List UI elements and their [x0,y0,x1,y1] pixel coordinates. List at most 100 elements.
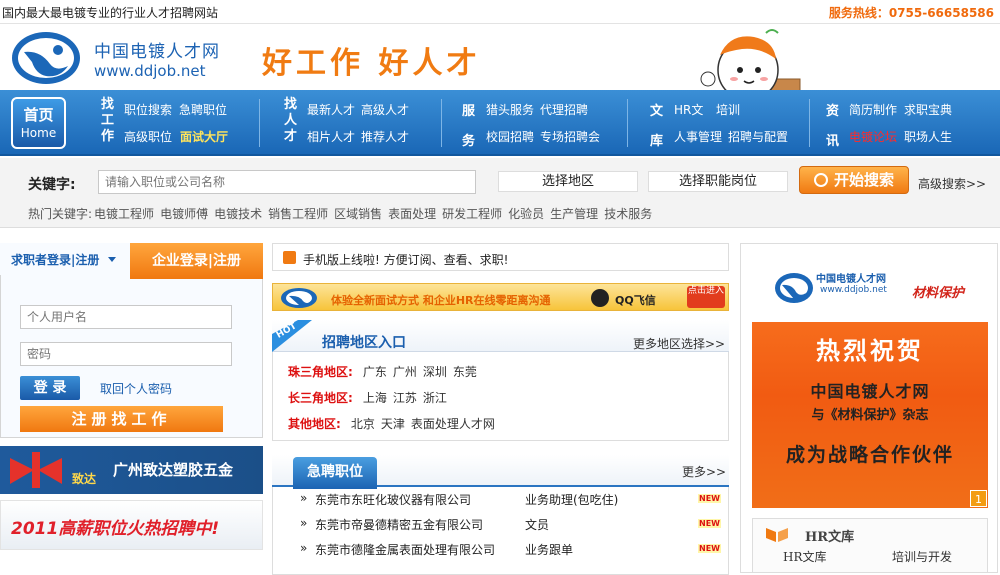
banner-qq-text: QQ飞信 [615,294,656,307]
search-button[interactable]: 开始搜索 [799,166,909,194]
job-row[interactable]: » 东莞市帝曼德精密五金有限公司 文员 NEW [300,516,725,534]
nav-link-new-talent[interactable]: 最新人才 [307,101,355,118]
region-link[interactable]: 天津 [381,417,405,431]
more-jobs-link[interactable]: 更多>> [682,463,726,480]
region-link[interactable]: 东莞 [453,365,477,379]
service-hotline: 服务热线：0755-66658586 [828,6,994,20]
nav-link-job-search[interactable]: 职位搜索 [124,101,172,118]
hot-keyword[interactable]: 区域销售 [334,207,382,221]
job-position[interactable]: 文员 [525,516,549,533]
region-link[interactable]: 表面处理人才网 [411,417,495,431]
job-company[interactable]: 东莞市东旺化玻仪器有限公司 [315,491,471,508]
region-label: 珠三角地区: [288,365,353,379]
region-link[interactable]: 上海 [363,391,387,405]
forgot-password-link[interactable]: 取回个人密码 [100,380,172,397]
job-position[interactable]: 业务跟单 [525,541,573,558]
nav-link-senior-jobs[interactable]: 高级职位 [124,128,172,145]
hr-library-link[interactable]: HR文库 [783,548,827,565]
nav-category-library: 文库 [650,104,664,149]
hot-keyword[interactable]: 电镀师傅 [160,207,208,221]
function-select[interactable]: 选择职能岗位 [648,171,788,192]
more-regions-link[interactable]: 更多地区选择>> [633,335,725,352]
nav-link-photo-talent[interactable]: 相片人才 [307,128,355,145]
hr-library-title: HR文库 [805,530,855,545]
region-link[interactable]: 广东 [363,365,387,379]
job-position[interactable]: 业务助理(包吃住) [525,491,618,508]
hot-keyword[interactable]: 技术服务 [604,207,652,221]
nav-category-services: 服务 [462,104,476,149]
home-label-cn: 首页 [23,106,54,124]
keyword-label: 关键字: [28,177,76,193]
nav-link-resume-writing[interactable]: 简历制作 [849,101,897,118]
nav-link-agency-recruitment[interactable]: 代理招聘 [540,101,588,118]
ad-logo-icon [775,273,813,303]
nav-link-campus-recruitment[interactable]: 校园招聘 [486,128,534,145]
hot-keyword[interactable]: 电镀工程师 [94,207,154,221]
nav-link-urgent-jobs[interactable]: 急聘职位 [179,101,227,118]
hot-keyword[interactable]: 表面处理 [388,207,436,221]
nav-link-recommended-talent[interactable]: 推荐人才 [361,128,409,145]
home-button[interactable]: 首页 Home [11,97,66,149]
area-select[interactable]: 选择地区 [498,171,638,192]
training-link[interactable]: 培训与开发 [892,548,952,565]
site-logo[interactable] [10,30,82,86]
job-company[interactable]: 东莞市德隆金属表面处理有限公司 [315,541,495,558]
ad-page-indicator[interactable]: 1 [970,490,987,507]
job-company[interactable]: 东莞市帝曼德精密五金有限公司 [315,516,483,533]
region-link[interactable]: 北京 [351,417,375,431]
new-badge: NEW [698,519,721,528]
qq-penguin-icon [591,289,609,307]
tab-company-login[interactable]: 企业登录|注册 [130,243,263,279]
advanced-search-link[interactable]: 高级搜索>> [918,175,986,192]
ad-line2: 与《材料保护》杂志 [811,408,929,423]
job-row[interactable]: » 东莞市德隆金属表面处理有限公司 业务跟单 NEW [300,541,725,559]
username-input[interactable] [20,305,232,329]
ad-headline: 热烈祝贺 [816,337,924,365]
notice-text: 手机版上线啦! 方便订阅、查看、求职! [303,253,509,267]
banner-click-button[interactable]: 点击进入 [687,286,725,308]
region-link[interactable]: 浙江 [423,391,447,405]
nav-link-career-life[interactable]: 职场人生 [904,128,952,145]
region-link[interactable]: 江苏 [393,391,417,405]
partnership-ad[interactable]: 中国电镀人才网 www.ddjob.net 材料保护 热烈祝贺 中国电镀人才网 … [752,258,988,508]
hot-keyword[interactable]: 电镀技术 [214,207,262,221]
nav-link-job-fair[interactable]: 专场招聘会 [540,128,600,145]
new-badge: NEW [698,544,721,553]
region-link[interactable]: 深圳 [423,365,447,379]
main-nav: 首页 Home [0,90,1000,156]
slogan: 好工作 好人才 [262,46,481,81]
nav-link-headhunting[interactable]: 猎头服务 [486,101,534,118]
password-input[interactable] [20,342,232,366]
region-row: 珠三角地区: 广东 广州 深圳 东莞 [288,363,483,380]
ad-line1: 中国电镀人才网 [810,382,930,401]
nav-link-senior-talent[interactable]: 高级人才 [361,101,409,118]
job-row[interactable]: » 东莞市东旺化玻仪器有限公司 业务助理(包吃住) NEW [300,491,725,509]
region-row: 长三角地区: 上海 江苏 浙江 [288,389,453,406]
hot-keyword[interactable]: 生产管理 [550,207,598,221]
nav-divider [259,99,260,147]
nav-link-interview-hall[interactable]: 面试大厅 [180,128,228,145]
interview-banner[interactable]: 体验全新面试方式 和企业HR在线零距离沟通 QQ飞信 点击进入 [272,283,729,311]
ad-banner-hiring[interactable]: 2011高薪职位火热招聘中! [0,500,263,550]
keyword-input[interactable] [98,170,476,194]
hot-keyword[interactable]: 销售工程师 [268,207,328,221]
tab-personal-login[interactable]: 求职者登录|注册 [0,243,130,275]
hot-keyword[interactable]: 研发工程师 [442,207,502,221]
login-button[interactable]: 登 录 [20,376,80,400]
nav-link-hr-management[interactable]: 人事管理 [674,128,722,145]
urgent-jobs-tab[interactable]: 急聘职位 [293,457,377,489]
banner-text: 体验全新面试方式 和企业HR在线零距离沟通 [331,294,551,307]
register-button[interactable]: 注册找工作 [20,406,223,432]
nav-link-job-tips[interactable]: 求职宝典 [904,101,952,118]
nav-divider [627,99,628,147]
nav-link-hr-library[interactable]: HR文 [674,101,703,118]
nav-link-training[interactable]: 培训 [716,101,740,118]
nav-link-forum[interactable]: 电镀论坛 [849,128,897,145]
nav-link-recruitment-config[interactable]: 招聘与配置 [728,128,788,145]
nav-category-find-job: 找工作 [101,97,115,144]
hot-keyword[interactable]: 化验员 [508,207,544,221]
double-chevron-icon: » [300,491,308,505]
mobile-notice[interactable]: 手机版上线啦! 方便订阅、查看、求职! [272,243,729,271]
ad-banner-zhida[interactable]: 致达 广州致达塑胶五金 [0,446,263,494]
region-link[interactable]: 广州 [393,365,417,379]
